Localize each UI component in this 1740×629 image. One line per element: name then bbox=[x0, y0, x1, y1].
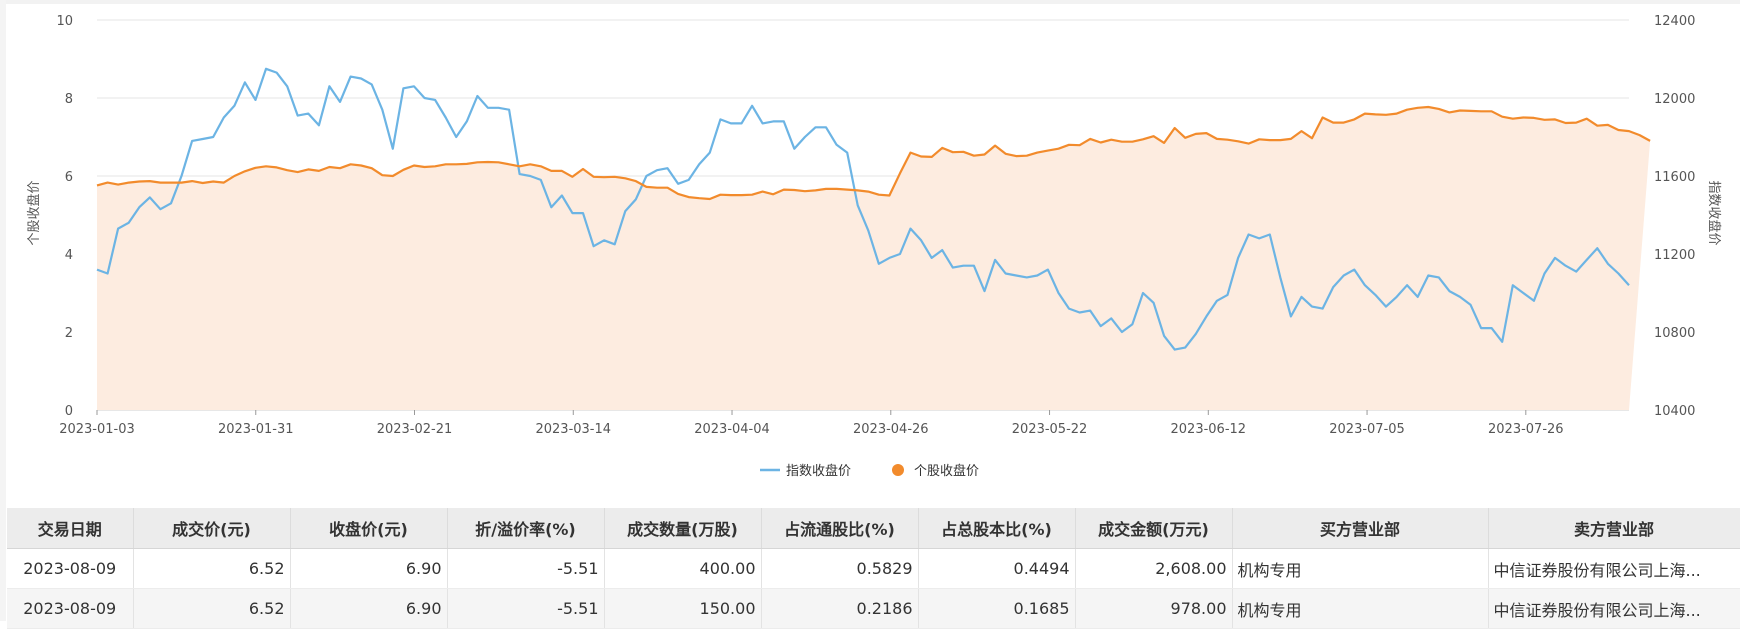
cell-close-price: 6.90 bbox=[290, 548, 448, 589]
left-axis-title: 个股收盘价 bbox=[26, 180, 42, 245]
header-buyer[interactable]: 买方营业部 bbox=[1232, 508, 1489, 549]
table-row: 2023-08-09 6.52 6.90 -5.51 150.00 0.2186… bbox=[7, 588, 1740, 629]
x-tick-label: 2023-07-26 bbox=[1488, 422, 1564, 437]
x-tick-label: 2023-01-31 bbox=[218, 422, 294, 437]
cell-total-ratio: 0.1685 bbox=[918, 588, 1076, 629]
cell-float-ratio: 0.5829 bbox=[761, 548, 919, 589]
left-tick-label: 2 bbox=[65, 326, 73, 341]
x-tick-label: 2023-03-14 bbox=[535, 422, 611, 437]
cell-trade-date: 2023-08-09 bbox=[7, 588, 134, 629]
legend-index-label: 指数收盘价 bbox=[786, 463, 851, 479]
x-tick-label: 2023-04-04 bbox=[694, 422, 770, 437]
left-tick-label: 6 bbox=[65, 170, 73, 185]
cell-premium-rate: -5.51 bbox=[447, 548, 605, 589]
right-tick-label: 12400 bbox=[1654, 14, 1695, 29]
right-tick-label: 10400 bbox=[1654, 404, 1695, 419]
legend-item-index[interactable]: 指数收盘价 bbox=[760, 463, 851, 479]
header-float-ratio[interactable]: 占流通股比(%) bbox=[761, 508, 919, 549]
cell-float-ratio: 0.2186 bbox=[761, 588, 919, 629]
right-tick-label: 11200 bbox=[1654, 248, 1695, 263]
cell-seller[interactable]: 中信证券股份有限公司上海... bbox=[1488, 548, 1740, 589]
cell-deal-price: 6.52 bbox=[133, 588, 291, 629]
cell-seller[interactable]: 中信证券股份有限公司上海... bbox=[1488, 588, 1740, 629]
right-axis-title: 指数收盘价 bbox=[1706, 180, 1722, 245]
x-tick-label: 2023-01-03 bbox=[59, 422, 135, 437]
x-tick-label: 2023-04-26 bbox=[853, 422, 929, 437]
header-volume[interactable]: 成交数量(万股) bbox=[604, 508, 762, 549]
cell-deal-price: 6.52 bbox=[133, 548, 291, 589]
table-header-row: 交易日期 成交价(元) 收盘价(元) 折/溢价率(%) 成交数量(万股) 占流通… bbox=[7, 508, 1740, 549]
legend-stock-marker bbox=[892, 464, 904, 476]
header-premium-rate[interactable]: 折/溢价率(%) bbox=[447, 508, 605, 549]
left-tick-label: 8 bbox=[65, 92, 73, 107]
legend[interactable]: 指数收盘价 个股收盘价 bbox=[760, 463, 979, 479]
cell-buyer[interactable]: 机构专用 bbox=[1232, 588, 1489, 629]
table-row: 2023-08-09 6.52 6.90 -5.51 400.00 0.5829… bbox=[7, 548, 1740, 589]
header-seller[interactable]: 卖方营业部 bbox=[1488, 508, 1740, 549]
left-tick-label: 4 bbox=[65, 248, 73, 263]
left-tick-label: 0 bbox=[65, 404, 73, 419]
header-trade-date[interactable]: 交易日期 bbox=[7, 508, 134, 549]
header-amount[interactable]: 成交金额(万元) bbox=[1075, 508, 1233, 549]
header-close-price[interactable]: 收盘价(元) bbox=[290, 508, 448, 549]
right-tick-label: 10800 bbox=[1654, 326, 1695, 341]
cell-premium-rate: -5.51 bbox=[447, 588, 605, 629]
cell-close-price: 6.90 bbox=[290, 588, 448, 629]
right-tick-label: 12000 bbox=[1654, 92, 1695, 107]
cell-volume: 150.00 bbox=[604, 588, 762, 629]
x-tick-label: 2023-07-05 bbox=[1329, 422, 1405, 437]
legend-item-stock[interactable]: 个股收盘价 bbox=[892, 463, 979, 479]
legend-stock-label: 个股收盘价 bbox=[914, 463, 979, 479]
cell-buyer[interactable]: 机构专用 bbox=[1232, 548, 1489, 589]
right-tick-label: 11600 bbox=[1654, 170, 1695, 185]
x-tick-label: 2023-06-12 bbox=[1171, 422, 1247, 437]
stock-close-area bbox=[97, 107, 1651, 410]
x-tick-label: 2023-05-22 bbox=[1012, 422, 1088, 437]
x-tick-label: 2023-02-21 bbox=[377, 422, 453, 437]
header-deal-price[interactable]: 成交价(元) bbox=[133, 508, 291, 549]
left-tick-label: 10 bbox=[56, 14, 73, 29]
block-trade-table: 交易日期 成交价(元) 收盘价(元) 折/溢价率(%) 成交数量(万股) 占流通… bbox=[7, 508, 1740, 629]
cell-volume: 400.00 bbox=[604, 548, 762, 589]
cell-total-ratio: 0.4494 bbox=[918, 548, 1076, 589]
cell-amount: 978.00 bbox=[1075, 588, 1233, 629]
price-comparison-chart: 0 2 4 6 8 10 10400 10800 11200 11600 12000 12400 202… bbox=[26, 14, 1722, 479]
cell-amount: 2,608.00 bbox=[1075, 548, 1233, 589]
cell-trade-date: 2023-08-09 bbox=[7, 548, 134, 589]
header-total-ratio[interactable]: 占总股本比(%) bbox=[918, 508, 1076, 549]
